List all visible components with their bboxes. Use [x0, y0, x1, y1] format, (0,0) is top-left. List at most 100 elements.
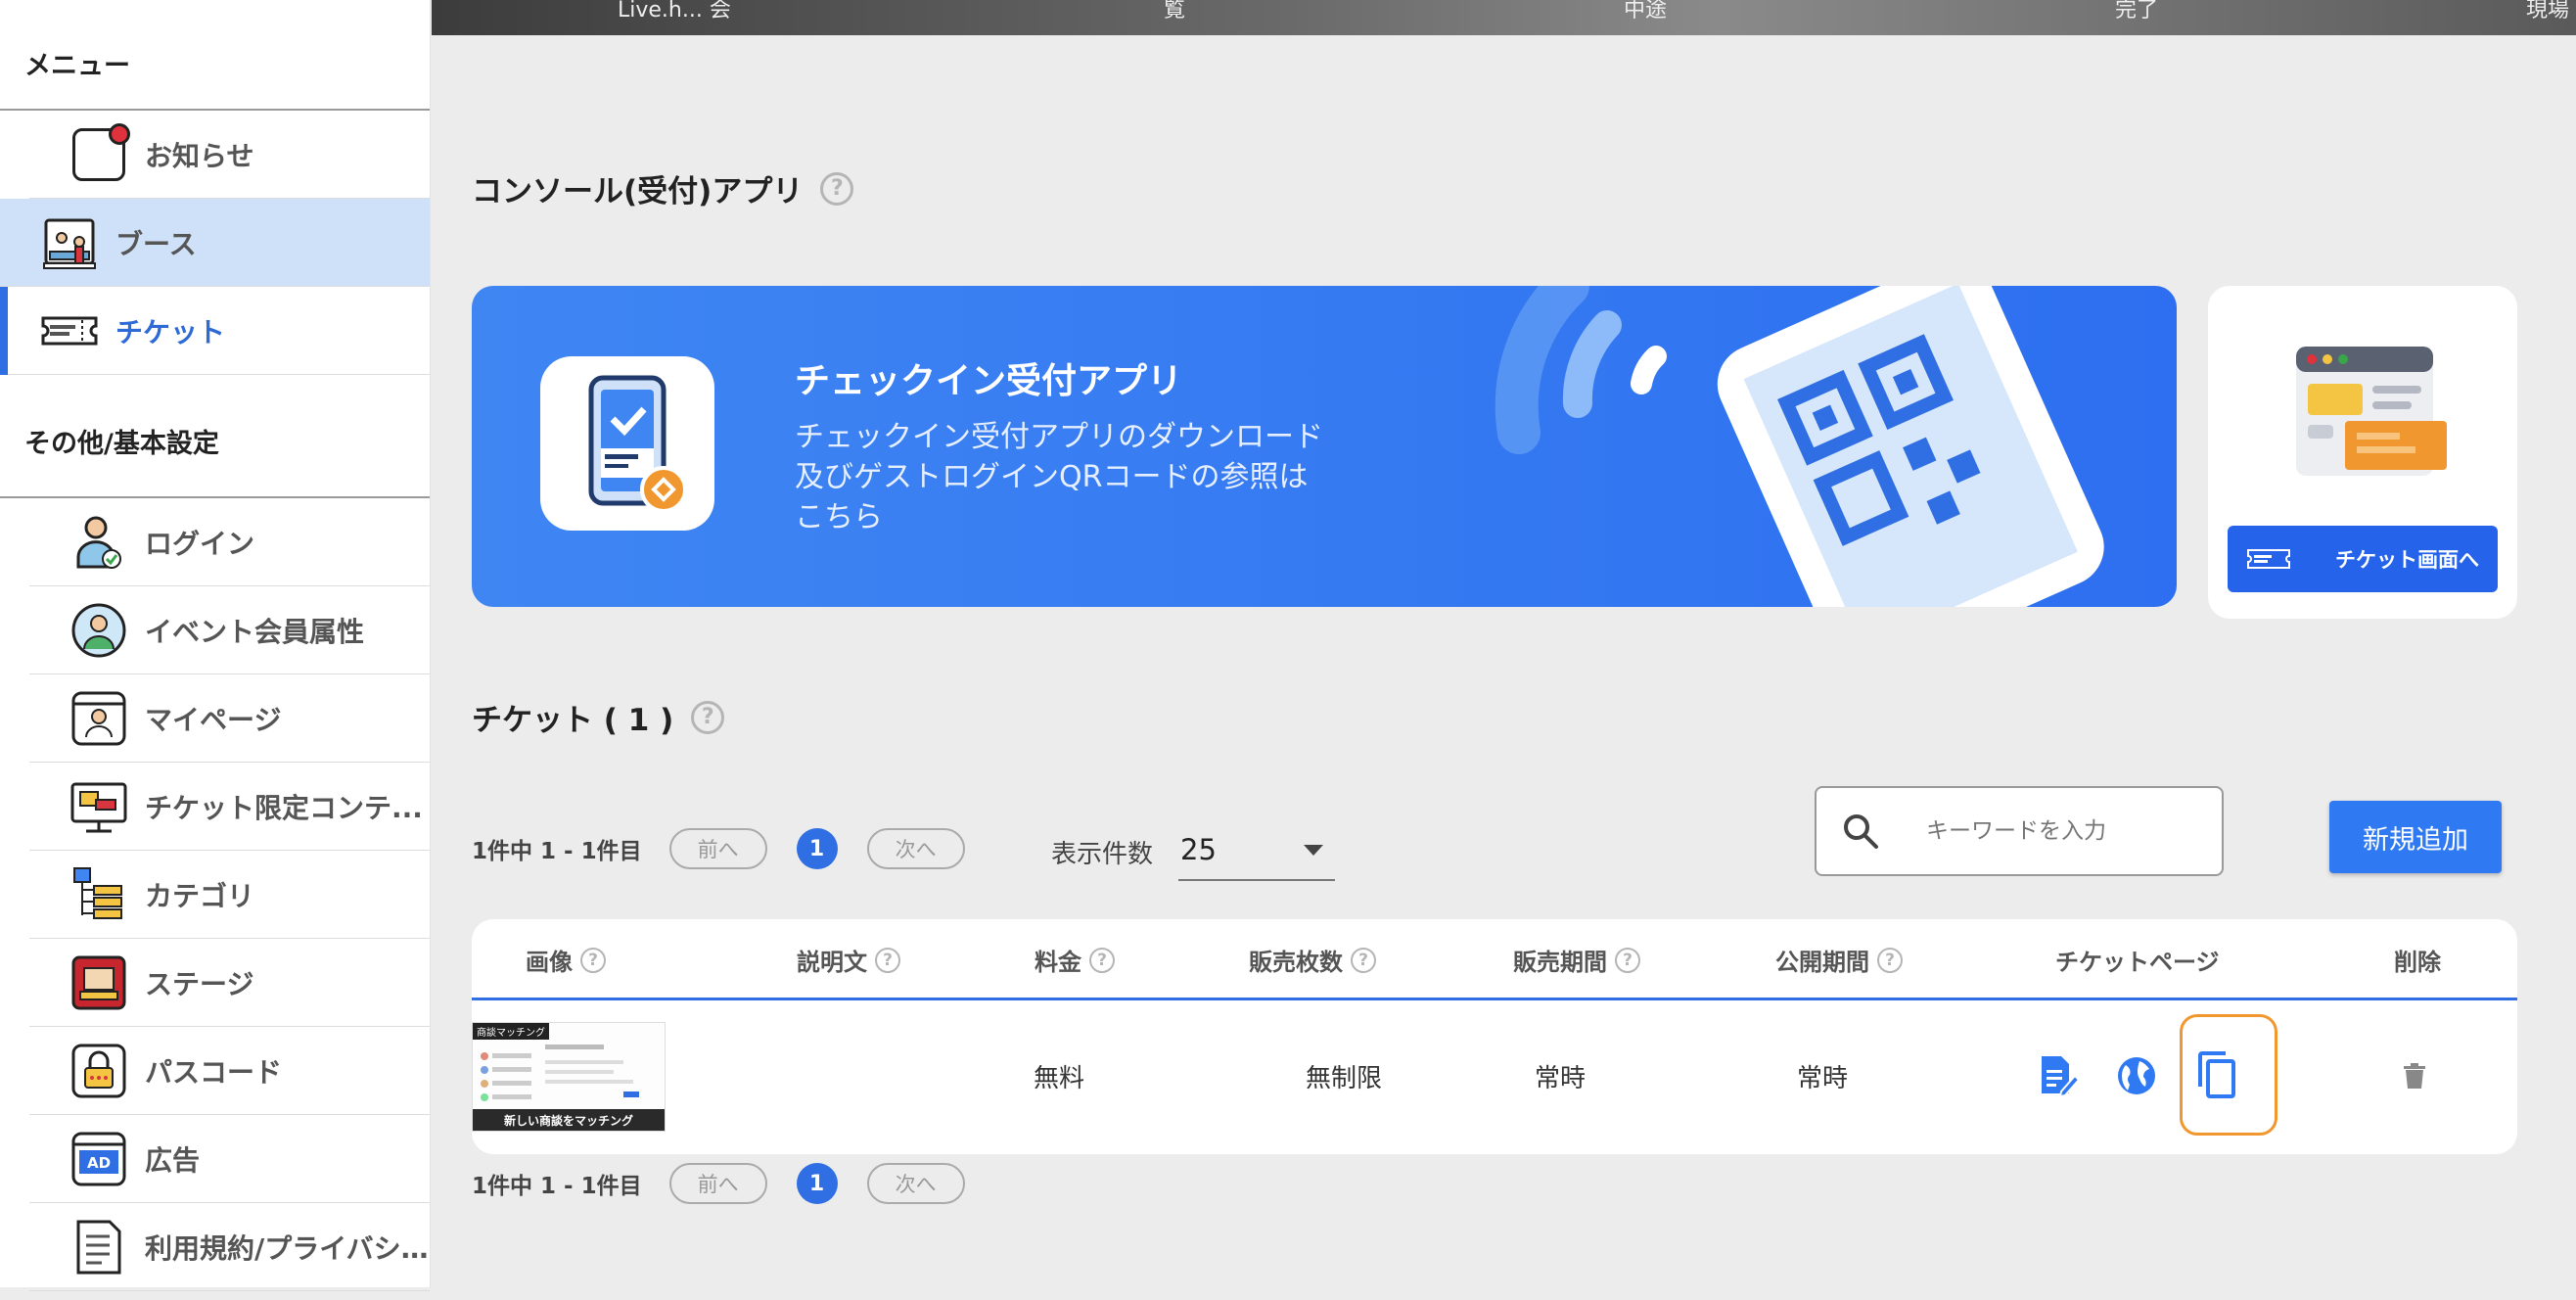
help-icon[interactable]: ? [580, 947, 606, 973]
table-row[interactable]: 商談マッチング 新しい商談をマッチング 無料 無制限 常時 常時 [472, 1000, 2517, 1151]
prev-page-button[interactable]: 前へ [668, 828, 767, 869]
ticket-thumbnail[interactable]: 商談マッチング 新しい商談をマッチング [472, 1022, 666, 1132]
top-strip-text: 中途 [1624, 0, 1668, 23]
thumbnail-tag: 商談マッチング [473, 1023, 549, 1040]
ticket-screen-card: チケット画面へ [2208, 286, 2517, 619]
booth-icon [41, 214, 98, 271]
column-label: チケットページ [2055, 949, 2220, 976]
sidebar-item-category[interactable]: カテゴリ [29, 851, 430, 939]
column-label: 販売期間 [1513, 949, 1607, 976]
trash-icon[interactable] [2404, 1063, 2425, 1089]
help-icon[interactable]: ? [820, 171, 854, 206]
column-delete: 削除 [2394, 919, 2441, 1000]
sidebar-item-label: 利用規約/プライバシ... [145, 1231, 430, 1265]
top-strip-text: 覧 [1164, 0, 1186, 23]
sidebar-item-ticket-content[interactable]: チケット限定コンテ... [29, 763, 430, 851]
globe-icon[interactable] [2116, 1055, 2157, 1096]
help-icon[interactable]: ? [875, 947, 900, 973]
sidebar-item-mypage[interactable]: マイページ [29, 674, 430, 763]
sidebar-item-notices[interactable]: お知らせ [29, 111, 430, 199]
help-icon[interactable]: ? [1615, 947, 1640, 973]
sidebar-item-terms[interactable]: 利用規約/プライバシ... [29, 1203, 430, 1291]
ticket-icon [2247, 549, 2290, 569]
cell-price: 無料 [1034, 1063, 1085, 1093]
thumbnail-screenshot [481, 1045, 639, 1101]
sidebar-item-label: パスコード [145, 1055, 283, 1089]
stage-icon [70, 954, 127, 1011]
ad-icon: AD [70, 1131, 127, 1187]
promo-desc-line: 及びゲストログインQRコードの参照は [795, 460, 1309, 494]
copy-icon[interactable] [2194, 1049, 2239, 1100]
sidebar-item-passcode[interactable]: パスコード [29, 1027, 430, 1115]
next-page-button[interactable]: 次へ [866, 1163, 965, 1204]
sidebar-item-label: ステージ [145, 967, 254, 1000]
search-box[interactable] [1815, 786, 2224, 876]
sidebar-item-label: お知らせ [145, 139, 254, 172]
sidebar-item-ticket[interactable]: チケット [0, 287, 430, 375]
column-price: 料金? [1035, 919, 1115, 1000]
sidebar-item-label: イベント会員属性 [145, 615, 365, 648]
sidebar-item-label: マイページ [145, 703, 282, 736]
column-label: 説明文 [797, 949, 867, 976]
sidebar-item-label: ログイン [145, 527, 255, 560]
sidebar-item-member-attributes[interactable]: イベント会員属性 [29, 586, 430, 674]
cell-sold: 無制限 [1306, 1063, 1383, 1093]
menu-heading: メニュー [0, 0, 430, 111]
page-number-button[interactable]: 1 [796, 828, 838, 869]
per-page-label: 表示件数 [1051, 840, 1154, 869]
console-title: コンソール(受付)アプリ [472, 174, 804, 209]
column-label: 削除 [2394, 949, 2441, 976]
column-label: 販売枚数 [1249, 949, 1343, 976]
sidebar-item-stage[interactable]: ステージ [29, 939, 430, 1027]
next-page-button[interactable]: 次へ [866, 828, 965, 869]
ticket-screen-button[interactable]: チケット画面へ [2228, 526, 2498, 592]
prev-page-button[interactable]: 前へ [668, 1163, 767, 1204]
edit-document-icon[interactable] [2040, 1054, 2079, 1097]
sidebar-item-label: 広告 [145, 1143, 201, 1177]
column-sold: 販売枚数? [1249, 919, 1376, 1000]
column-ticket-page: チケットページ [2055, 919, 2220, 1000]
top-strip-text: 現場 [2526, 0, 2570, 23]
category-icon [70, 866, 127, 923]
checkin-app-banner[interactable]: チェックイン受付アプリ チェックイン受付アプリのダウンロード 及びゲストログイン… [472, 286, 2177, 607]
pager-summary: 1件中 1 - 1件目 [472, 1174, 642, 1199]
sidebar-item-label: ブース [115, 227, 197, 260]
active-indicator [0, 287, 8, 375]
sidebar: メニュー お知らせ ブース チケット その他/基本設定 ログイン イベント会員属… [0, 0, 431, 1291]
checkin-app-icon [540, 356, 714, 531]
sidebar-item-booth[interactable]: ブース [0, 199, 430, 287]
browser-ticket-illustration [2296, 347, 2447, 476]
bell-notice-icon [70, 122, 130, 183]
caret-down-icon [1304, 844, 1323, 856]
search-input[interactable] [1926, 818, 2181, 844]
pagination-top: 1件中 1 - 1件目 前へ 1 次へ [472, 828, 965, 869]
qr-phone-illustration [1495, 286, 2104, 607]
help-icon[interactable]: ? [1351, 947, 1376, 973]
ticket-title: チケット ( 1 ) [472, 703, 674, 738]
lock-icon [70, 1043, 127, 1099]
column-description: 説明文? [797, 919, 900, 1000]
help-icon[interactable]: ? [1089, 947, 1115, 973]
per-page-value: 25 [1180, 833, 1217, 866]
sidebar-item-ads[interactable]: AD 広告 [29, 1115, 430, 1203]
page-number-button[interactable]: 1 [796, 1163, 838, 1204]
sidebar-item-label: カテゴリ [145, 879, 255, 912]
help-icon[interactable]: ? [691, 700, 725, 734]
promo-description: チェックイン受付アプリのダウンロード 及びゲストログインQRコードの参照は こち… [795, 417, 1382, 537]
sidebar-item-login[interactable]: ログイン [29, 498, 430, 586]
top-strip-text: Live.h... 会 [618, 0, 731, 23]
ticket-icon [41, 302, 98, 359]
pagination-bottom: 1件中 1 - 1件目 前へ 1 次へ [472, 1163, 965, 1204]
column-sales-period: 販売期間? [1513, 919, 1640, 1000]
thumbnail-caption: 新しい商談をマッチング [473, 1109, 665, 1131]
column-label: 公開期間 [1775, 949, 1869, 976]
per-page-select[interactable]: 25 [1178, 820, 1335, 881]
search-icon [1844, 814, 1878, 849]
promo-title: チェックイン受付アプリ [795, 361, 1183, 401]
add-new-button[interactable]: 新規追加 [2329, 801, 2502, 873]
ticket-screen-button-label: チケット画面へ [2335, 548, 2479, 572]
sidebar-item-label: チケット [115, 315, 226, 348]
promo-desc-line: こちら [795, 500, 883, 534]
sidebar-item-label: チケット限定コンテ... [145, 791, 423, 824]
help-icon[interactable]: ? [1877, 947, 1903, 973]
